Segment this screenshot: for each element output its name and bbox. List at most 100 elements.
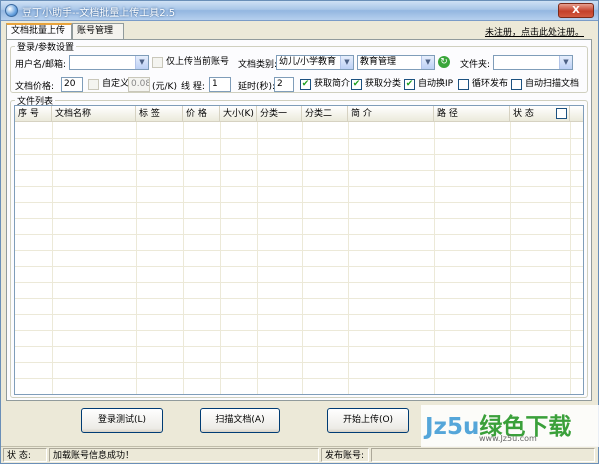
username-combo[interactable]: ▼ <box>69 55 149 70</box>
folder-label: 文件夹: <box>460 60 491 70</box>
row-separator <box>15 250 583 251</box>
threads-input[interactable]: 1 <box>209 77 231 92</box>
title-bar[interactable]: 豆丁小助手--文档批量上传工具2.5 X <box>1 1 598 21</box>
row-separator <box>15 154 583 155</box>
column-separator <box>52 122 53 394</box>
row-separator <box>15 298 583 299</box>
row-separator <box>15 234 583 235</box>
scan-docs-button[interactable]: 扫描文档(A) <box>200 408 280 433</box>
auto-scan-checkbox[interactable]: 自动扫描文档 <box>511 78 579 91</box>
chevron-down-icon[interactable]: ▼ <box>340 56 353 69</box>
watermark-url: www.Jz5u.com <box>479 434 537 443</box>
row-separator <box>15 218 583 219</box>
column-separator <box>136 122 137 394</box>
column-header-index[interactable]: 序 号 <box>15 106 52 122</box>
column-header-path[interactable]: 路 径 <box>434 106 510 122</box>
table-header: 序 号 文档名称 标 签 价 格 大小(K) 分类一 分类二 简 介 路 径 状… <box>15 106 583 122</box>
column-separator <box>570 122 571 394</box>
column-header-category1[interactable]: 分类一 <box>257 106 302 122</box>
status-text: 加载账号信息成功！ <box>49 448 319 462</box>
column-header-summary[interactable]: 简 介 <box>348 106 434 122</box>
threads-label: 线 程: <box>181 82 205 92</box>
category1-value: 幼儿/小学教育 <box>279 57 337 67</box>
column-separator <box>302 122 303 394</box>
login-test-button[interactable]: 登录测试(L) <box>81 408 163 433</box>
refresh-icon[interactable]: ↻ <box>438 56 450 68</box>
file-list-table[interactable]: 序 号 文档名称 标 签 价 格 大小(K) 分类一 分类二 简 介 路 径 状… <box>14 105 584 395</box>
get-summary-label: 获取简介 <box>314 79 351 89</box>
tab-batch-upload[interactable]: 文档批量上传 <box>6 23 72 40</box>
column-header-category2[interactable]: 分类二 <box>302 106 348 122</box>
category2-combo[interactable]: 教育管理 ▼ <box>357 55 435 70</box>
select-all-checkbox[interactable] <box>556 108 567 119</box>
folder-combo[interactable]: ▼ <box>493 55 573 70</box>
checkbox-box <box>511 79 522 90</box>
custom-price-checkbox[interactable]: 自定义 <box>88 78 129 91</box>
get-category-label: 获取分类 <box>365 79 402 89</box>
publish-account-value <box>371 448 595 462</box>
column-header-size[interactable]: 大小(K) <box>220 106 257 122</box>
checkbox-box: ✔ <box>351 79 362 90</box>
register-link[interactable]: 未注册，点击此处注册。 <box>485 25 584 38</box>
tab-account-management[interactable]: 账号管理 <box>72 23 124 39</box>
column-separator <box>183 122 184 394</box>
row-separator <box>15 170 583 171</box>
row-separator <box>15 394 583 395</box>
only-current-account-checkbox[interactable]: 仅上传当前账号 <box>152 56 229 69</box>
app-window: 豆丁小助手--文档批量上传工具2.5 X 文档批量上传 账号管理 未注册，点击此… <box>0 0 599 464</box>
price-unit-label: (元/K) <box>152 82 177 92</box>
checkbox-box <box>88 79 99 90</box>
column-separator <box>510 122 511 394</box>
row-separator <box>15 202 583 203</box>
row-separator <box>15 314 583 315</box>
get-category-checkbox[interactable]: ✔ 获取分类 <box>351 78 401 91</box>
chevron-down-icon[interactable]: ▼ <box>559 56 572 69</box>
auto-change-ip-label: 自动换IP <box>418 79 454 89</box>
category2-value: 教育管理 <box>360 57 397 67</box>
checkbox-box: ✔ <box>300 79 311 90</box>
batch-upload-panel: 登录/参数设置 用户名/邮箱: ▼ 仅上传当前账号 文档类别: 幼儿/小学教育 … <box>6 39 592 401</box>
window-title: 豆丁小助手--文档批量上传工具2.5 <box>22 8 176 19</box>
only-current-account-label: 仅上传当前账号 <box>166 57 230 67</box>
status-bar: 状 态: 加载账号信息成功！ 发布账号: <box>1 446 598 463</box>
checkbox-box: ✔ <box>404 79 415 90</box>
get-summary-checkbox[interactable]: ✔ 获取简介 <box>300 78 350 91</box>
row-separator <box>15 266 583 267</box>
column-separator <box>434 122 435 394</box>
checkbox-box <box>458 79 469 90</box>
start-upload-button[interactable]: 开始上传(O) <box>327 408 409 433</box>
login-settings-group: 登录/参数设置 用户名/邮箱: ▼ 仅上传当前账号 文档类别: 幼儿/小学教育 … <box>10 40 588 93</box>
row-separator <box>15 362 583 363</box>
category1-combo[interactable]: 幼儿/小学教育 ▼ <box>276 55 354 70</box>
delay-input[interactable]: 2 <box>274 77 294 92</box>
watermark-logo: Jz5u绿色下载 www.Jz5u.com <box>421 405 599 447</box>
publish-account-label: 发布账号: <box>321 448 369 462</box>
row-separator <box>15 186 583 187</box>
row-separator <box>15 330 583 331</box>
doc-category-label: 文档类别: <box>238 60 278 70</box>
loop-publish-checkbox[interactable]: 循环发布 <box>458 78 508 91</box>
username-label: 用户名/邮箱: <box>15 60 67 70</box>
row-separator <box>15 138 583 139</box>
checkbox-box <box>152 57 163 68</box>
close-button[interactable]: X <box>558 3 594 18</box>
delay-label: 延时(秒): <box>238 82 276 92</box>
row-separator <box>15 282 583 283</box>
custom-price-input[interactable]: 0.08 <box>128 77 150 92</box>
column-header-doc-name[interactable]: 文档名称 <box>52 106 136 122</box>
column-separator <box>348 122 349 394</box>
chevron-down-icon[interactable]: ▼ <box>421 56 434 69</box>
column-separator <box>220 122 221 394</box>
login-settings-legend: 登录/参数设置 <box>15 40 77 53</box>
price-input[interactable]: 20 <box>61 77 83 92</box>
auto-change-ip-checkbox[interactable]: ✔ 自动换IP <box>404 78 453 91</box>
status-label: 状 态: <box>3 448 47 462</box>
price-label: 文档价格: <box>15 82 55 92</box>
row-separator <box>15 346 583 347</box>
column-header-price[interactable]: 价 格 <box>183 106 220 122</box>
chevron-down-icon[interactable]: ▼ <box>135 56 148 69</box>
column-header-tags[interactable]: 标 签 <box>136 106 183 122</box>
custom-price-label: 自定义 <box>102 79 130 89</box>
auto-scan-label: 自动扫描文档 <box>525 79 580 89</box>
app-logo-icon <box>5 4 18 17</box>
